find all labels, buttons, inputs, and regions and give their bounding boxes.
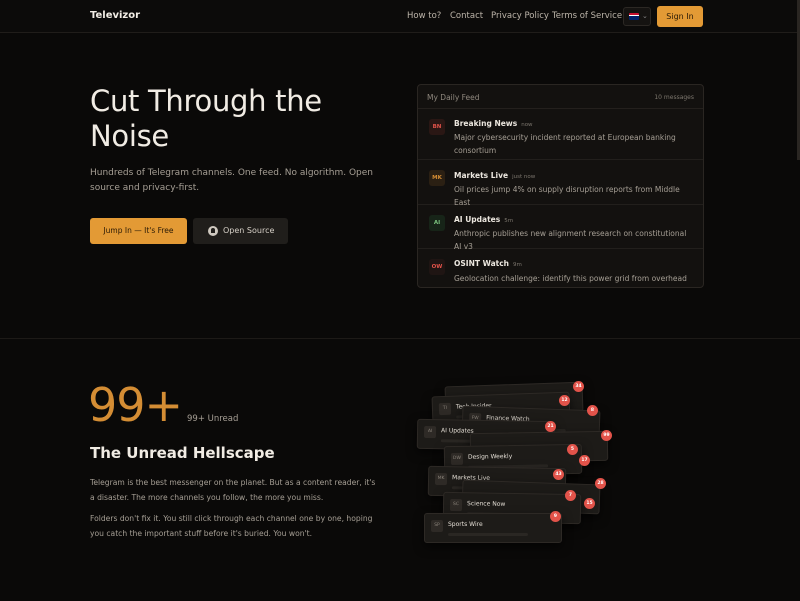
- jump-in-button[interactable]: Jump In — It's Free: [90, 218, 187, 244]
- channel-avatar: BN: [429, 119, 445, 135]
- unread-badge: 17: [579, 455, 590, 466]
- uk-flag-icon: [629, 13, 639, 20]
- github-icon: [208, 226, 218, 236]
- feed-header: My Daily Feed 10 messages: [418, 85, 703, 109]
- nav-link-how-to[interactable]: How to?: [407, 11, 441, 21]
- channel-name: Sports Wire: [448, 521, 483, 528]
- feed-title: My Daily Feed: [427, 93, 480, 102]
- feed-item-name: AI Updates 5m: [454, 215, 514, 224]
- feed-item[interactable]: BN Breaking News now Major cybersecurity …: [418, 110, 703, 160]
- channel-avatar: AI: [423, 425, 437, 439]
- section-paragraph-1: Telegram is the best messenger on the pl…: [90, 478, 376, 502]
- feed-item-time: now: [521, 122, 533, 128]
- section-title: The Unread Hellscape: [90, 444, 275, 462]
- channel-avatar: DW: [450, 452, 464, 466]
- unread-badge: 43: [553, 469, 564, 480]
- unread-label: 99+ Unread: [187, 414, 239, 424]
- channel-avatar: MK: [434, 472, 448, 486]
- unread-badge: 8: [587, 405, 598, 416]
- hero-title-line2: Noise: [90, 119, 169, 153]
- section-divider: [0, 338, 800, 339]
- nav-link-privacy[interactable]: Privacy Policy: [491, 11, 549, 21]
- unread-badge: 12: [559, 395, 570, 406]
- channel-avatar: MK: [429, 170, 445, 186]
- unread-badge: 99: [601, 430, 612, 441]
- unread-badge: 5: [567, 444, 578, 455]
- feed-item-time: just now: [512, 174, 536, 180]
- chevron-down-icon: ⌄: [642, 12, 648, 20]
- language-selector[interactable]: ⌄: [623, 7, 651, 26]
- feed-item[interactable]: MK Markets Live just now Oil prices jump …: [418, 161, 703, 207]
- channel-avatar: OW: [429, 259, 445, 275]
- preview-bar: [448, 533, 528, 536]
- channel-name: Science Now: [467, 500, 506, 508]
- channel-avatar: SC: [449, 498, 463, 512]
- channel-name: Design Weekly: [467, 453, 513, 461]
- feed-count: 10 messages: [654, 94, 694, 101]
- feed-item-name: Markets Live just now: [454, 171, 536, 180]
- unread-badge: 28: [595, 478, 606, 489]
- feed-item-text: Geolocation challenge: identify this pow…: [454, 274, 687, 283]
- daily-feed-card: My Daily Feed 10 messages BN Breaking Ne…: [417, 84, 704, 288]
- channel-avatar: TI: [438, 402, 452, 416]
- feed-item-name: OSINT Watch 9m: [454, 259, 522, 268]
- unread-big-number: 99+: [88, 378, 183, 432]
- hero-title: Cut Through the Noise: [90, 84, 390, 154]
- feed-item[interactable]: AI AI Updates 5m Anthropic publishes new …: [418, 206, 703, 251]
- unread-badge: 21: [545, 421, 556, 432]
- nav-link-contact[interactable]: Contact: [450, 11, 483, 21]
- unread-badge: 34: [573, 381, 584, 392]
- sign-in-button[interactable]: Sign In: [657, 6, 703, 27]
- open-source-button[interactable]: Open Source: [193, 218, 288, 244]
- hero-subtitle: Hundreds of Telegram channels. One feed.…: [90, 168, 374, 193]
- nav-link-terms[interactable]: Terms of Service: [552, 11, 622, 21]
- channel-avatar: SP: [431, 520, 443, 532]
- unread-badge: 15: [584, 498, 595, 509]
- section-paragraph-2: Folders don't fix it. You still click th…: [90, 514, 373, 538]
- feed-item-name: Breaking News now: [454, 119, 533, 128]
- hero-title-line1: Cut Through the: [90, 84, 322, 118]
- channel-avatar: AI: [429, 215, 445, 231]
- unread-badge: 7: [565, 490, 576, 501]
- feed-item-time: 5m: [504, 218, 514, 224]
- open-source-label: Open Source: [223, 226, 275, 235]
- feed-item[interactable]: OW OSINT Watch 9m Geolocation challenge: …: [418, 250, 703, 288]
- brand-logo[interactable]: Televizor: [90, 10, 140, 21]
- channel-card: SP Sports Wire: [424, 513, 562, 543]
- feed-item-time: 9m: [513, 262, 522, 268]
- channel-name: AI Updates: [441, 427, 474, 435]
- top-nav: Televizor How to? Contact Privacy Policy…: [0, 0, 800, 33]
- feed-item-text: Major cybersecurity incident reported at…: [454, 133, 676, 155]
- unread-badge: 9: [550, 511, 561, 522]
